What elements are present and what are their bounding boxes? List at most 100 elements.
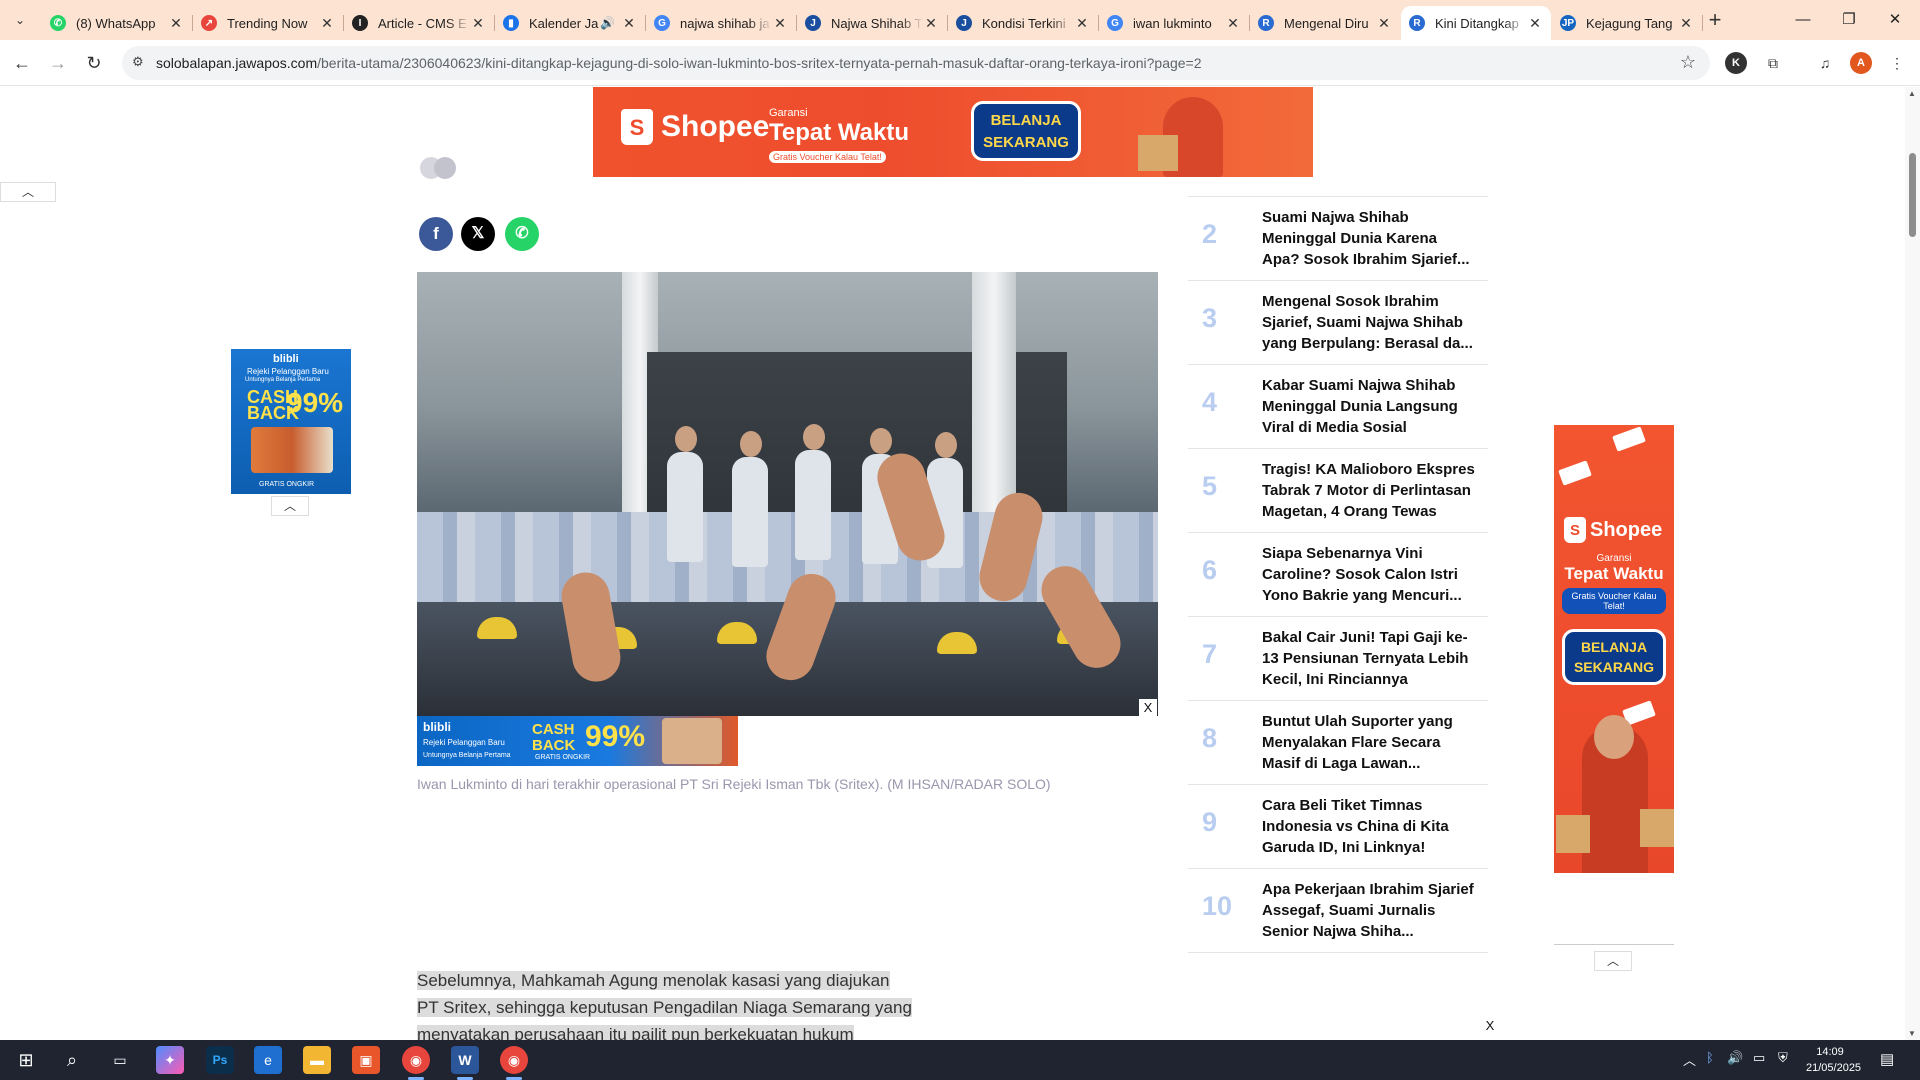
trending-title-link[interactable]: Buntut Ulah Suporter yang Menyalakan Fla…	[1262, 711, 1478, 774]
ad-cta-button[interactable]: BELANJA SEKARANG	[1562, 629, 1666, 685]
tray-overflow-icon[interactable]: ︿	[1683, 1050, 1696, 1069]
tab-audio-icon[interactable]: 🔊	[600, 16, 615, 30]
trending-title-link[interactable]: Mengenal Sosok Ibrahim Sjarief, Suami Na…	[1262, 291, 1478, 354]
search-icon[interactable]: ⌕	[58, 1046, 86, 1074]
shopee-side-ad[interactable]: S Shopee Garansi Tepat Waktu Gratis Vouch…	[1554, 425, 1674, 873]
ad-cta-button[interactable]: BELANJA SEKARANG	[971, 101, 1081, 161]
copilot-icon[interactable]: ✦	[156, 1046, 184, 1074]
network-icon[interactable]: ▭	[1753, 1050, 1765, 1066]
close-tab-icon[interactable]: ✕	[1074, 15, 1090, 32]
share-whatsapp-button[interactable]: ✆	[505, 217, 539, 251]
share-facebook-button[interactable]: f	[419, 217, 453, 251]
close-bottom-ad-button[interactable]: X	[1481, 1017, 1499, 1035]
word-icon[interactable]: W	[451, 1046, 479, 1080]
address-bar[interactable]: ⚙ solobalapan.jawapos.com/berita-utama/2…	[122, 46, 1710, 80]
taskbar-clock[interactable]: 14:09 21/05/2025	[1806, 1044, 1861, 1076]
trending-item[interactable]: 9 Cara Beli Tiket Timnas Indonesia vs Chi…	[1188, 785, 1488, 869]
volume-icon[interactable]: 🔊	[1727, 1050, 1743, 1066]
forward-button[interactable]: →	[44, 49, 72, 77]
trending-title-link[interactable]: Cara Beli Tiket Timnas Indonesia vs Chin…	[1262, 795, 1478, 858]
bookmark-star-icon[interactable]: ☆	[1680, 52, 1696, 73]
close-tab-icon[interactable]: ✕	[168, 15, 184, 32]
site-info-icon[interactable]: ⚙	[132, 54, 144, 70]
close-photo-ad-button[interactable]: X	[1139, 699, 1157, 717]
browser-tab[interactable]: ↗ Trending Now ✕	[193, 6, 344, 40]
tab-search-button[interactable]: ⌄	[6, 8, 34, 32]
trending-item[interactable]: 5 Tragis! KA Malioboro Ekspres Tabrak 7 M…	[1188, 449, 1488, 533]
trending-item[interactable]: 6 Siapa Sebenarnya Vini Caroline? Sosok C…	[1188, 533, 1488, 617]
trending-item[interactable]: 3 Mengenal Sosok Ibrahim Sjarief, Suami N…	[1188, 281, 1488, 365]
shopee-top-banner-ad[interactable]: S Shopee Garansi Tepat Waktu Gratis Vouch…	[593, 87, 1313, 177]
reload-button[interactable]: ↻	[80, 49, 108, 77]
browser-tab[interactable]: R Kini Ditangkap ✕	[1401, 6, 1551, 40]
scroll-down-arrow[interactable]: ▼	[1908, 1029, 1916, 1038]
photoshop-icon[interactable]: Ps	[206, 1046, 234, 1074]
trending-item[interactable]: 8 Buntut Ulah Suporter yang Menyalakan Fl…	[1188, 701, 1488, 785]
tab-title: Mengenal Diru	[1284, 15, 1369, 31]
new-tab-button[interactable]: +	[1700, 6, 1730, 34]
tab-title: Najwa Shihab T	[831, 15, 923, 31]
task-view-icon[interactable]: ▭	[106, 1046, 134, 1074]
extension-k-icon[interactable]: K	[1725, 52, 1747, 74]
trending-title-link[interactable]: Tragis! KA Malioboro Ekspres Tabrak 7 Mo…	[1262, 459, 1478, 522]
blibli-inline-ad[interactable]: blibli Rejeki Pelanggan Baru Untungnya B…	[417, 716, 738, 766]
close-tab-icon[interactable]: ✕	[470, 15, 486, 32]
close-tab-icon[interactable]: ✕	[772, 15, 788, 32]
address-url[interactable]: solobalapan.jawapos.com/berita-utama/230…	[156, 55, 1202, 71]
browser-tab[interactable]: I Article - CMS E ✕	[344, 6, 495, 40]
scroll-up-arrow[interactable]: ▲	[1908, 89, 1916, 98]
restore-button[interactable]: ❐	[1826, 0, 1872, 40]
trending-item[interactable]: 2 Suami Najwa Shihab Meninggal Dunia Kare…	[1188, 197, 1488, 281]
share-x-button[interactable]: 𝕏	[461, 217, 495, 251]
back-button[interactable]: ←	[8, 49, 36, 77]
trending-rank: 8	[1202, 723, 1218, 753]
edge-icon[interactable]: e	[254, 1046, 282, 1074]
close-tab-icon[interactable]: ✕	[319, 15, 335, 32]
close-tab-icon[interactable]: ✕	[1376, 15, 1392, 32]
blibli-side-ad[interactable]: blibli Rejeki Pelanggan Baru Untungnya B…	[231, 349, 351, 494]
minimize-button[interactable]: —	[1780, 0, 1826, 40]
trending-item[interactable]: 4 Kabar Suami Najwa Shihab Meninggal Duni…	[1188, 365, 1488, 449]
collapse-left-panel-button[interactable]: ︿	[0, 182, 56, 202]
browser-tab[interactable]: J Najwa Shihab T ✕	[797, 6, 948, 40]
chrome-icon[interactable]: ◉	[402, 1046, 430, 1080]
media-control-icon[interactable]: ♫	[1814, 52, 1836, 74]
collapse-right-ad-button[interactable]: ︿	[1594, 951, 1632, 971]
browser-tab[interactable]: ✆ (8) WhatsApp ✕	[42, 6, 193, 40]
security-icon[interactable]: ⛨	[1778, 1050, 1788, 1066]
blibli-percent: 99%	[585, 720, 646, 753]
tab-title: iwan lukminto	[1133, 15, 1212, 31]
trending-item[interactable]: 10 Apa Pekerjaan Ibrahim Sjarief Assegaf,…	[1188, 869, 1488, 953]
trending-title-link[interactable]: Apa Pekerjaan Ibrahim Sjarief Assegaf, S…	[1262, 879, 1478, 942]
start-icon[interactable]: ⊞	[12, 1046, 40, 1074]
close-tab-icon[interactable]: ✕	[1527, 15, 1543, 32]
scrollbar-thumb[interactable]	[1909, 153, 1916, 237]
page-scrollbar[interactable]: ▲ ▼	[1905, 87, 1920, 1040]
browser-tab[interactable]: ▮ Kalender Ja 🔊 ✕	[495, 6, 646, 40]
close-tab-icon[interactable]: ✕	[1225, 15, 1241, 32]
profile-avatar[interactable]: A	[1850, 52, 1872, 74]
trending-item[interactable]: 7 Bakal Cair Juni! Tapi Gaji ke-13 Pensiu…	[1188, 617, 1488, 701]
browser-tab[interactable]: Giwan lukminto ✕	[1099, 6, 1250, 40]
collapse-left-ad-button[interactable]: ︿	[271, 496, 309, 516]
browser-tab[interactable]: R Mengenal Diru ✕	[1250, 6, 1400, 40]
trending-title-link[interactable]: Suami Najwa Shihab Meninggal Dunia Karen…	[1262, 207, 1478, 270]
browser-tab[interactable]: J Kondisi Terkini ✕	[948, 6, 1099, 40]
close-window-button[interactable]: ✕	[1872, 0, 1918, 40]
notification-icon[interactable]: ▤	[1880, 1050, 1894, 1068]
close-tab-icon[interactable]: ✕	[1678, 15, 1694, 32]
file-explorer-icon[interactable]: ▬	[303, 1046, 331, 1074]
browser-tab[interactable]: JP Kejagung Tang ✕	[1552, 6, 1703, 40]
extensions-puzzle-icon[interactable]: ⧉	[1762, 52, 1784, 74]
trending-title-link[interactable]: Siapa Sebenarnya Vini Caroline? Sosok Ca…	[1262, 543, 1478, 606]
blibli-promo: Rejeki Pelanggan Baru	[423, 738, 505, 747]
close-tab-icon[interactable]: ✕	[621, 15, 637, 32]
app-icon[interactable]: ▣	[352, 1046, 380, 1074]
chrome-profile-icon[interactable]: ◉	[500, 1046, 528, 1080]
close-tab-icon[interactable]: ✕	[923, 15, 939, 32]
trending-title-link[interactable]: Kabar Suami Najwa Shihab Meninggal Dunia…	[1262, 375, 1478, 438]
trending-title-link[interactable]: Bakal Cair Juni! Tapi Gaji ke-13 Pensiun…	[1262, 627, 1478, 690]
browser-tab[interactable]: Gnajwa shihab ja ✕	[646, 6, 797, 40]
bluetooth-icon[interactable]: ᛒ	[1706, 1050, 1714, 1065]
chrome-menu-icon[interactable]: ⋮	[1886, 52, 1908, 74]
